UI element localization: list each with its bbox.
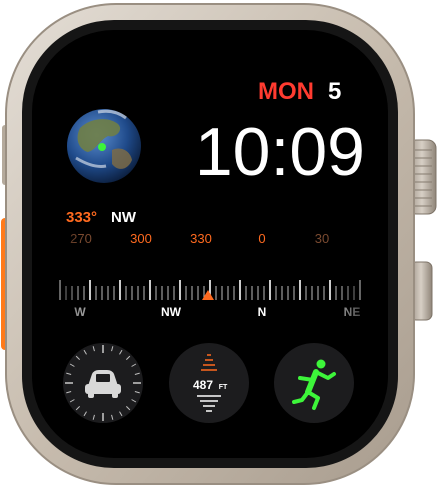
workout-complication[interactable] — [274, 343, 354, 423]
car-complication[interactable] — [63, 343, 143, 423]
degree-label-330: 330 — [190, 231, 212, 246]
location-dot — [98, 143, 106, 151]
cardinal-label-n: N — [258, 305, 267, 319]
scale-fade-right — [340, 228, 380, 323]
elevation-complication[interactable]: 487 FT — [169, 343, 249, 423]
elevation-value: 487 — [193, 378, 213, 392]
cardinal-label-nw: NW — [161, 305, 182, 319]
degree-label-300: 300 — [130, 231, 152, 246]
heading-degrees: 333° — [66, 209, 97, 226]
scale-fade-left — [40, 228, 80, 323]
earth-globe-complication[interactable] — [67, 109, 141, 183]
degree-label-0: 0 — [258, 231, 265, 246]
elevation-unit: FT — [219, 384, 228, 391]
date-weekday: MON — [258, 78, 314, 105]
watch-device: MON 5 10:09 333° NW 270 300 330 0 30 W N… — [1, 3, 437, 485]
heading-direction: NW — [111, 209, 137, 226]
date-day: 5 — [328, 78, 341, 105]
time-display: 10:09 — [195, 114, 365, 190]
degree-label-30: 30 — [315, 231, 329, 246]
